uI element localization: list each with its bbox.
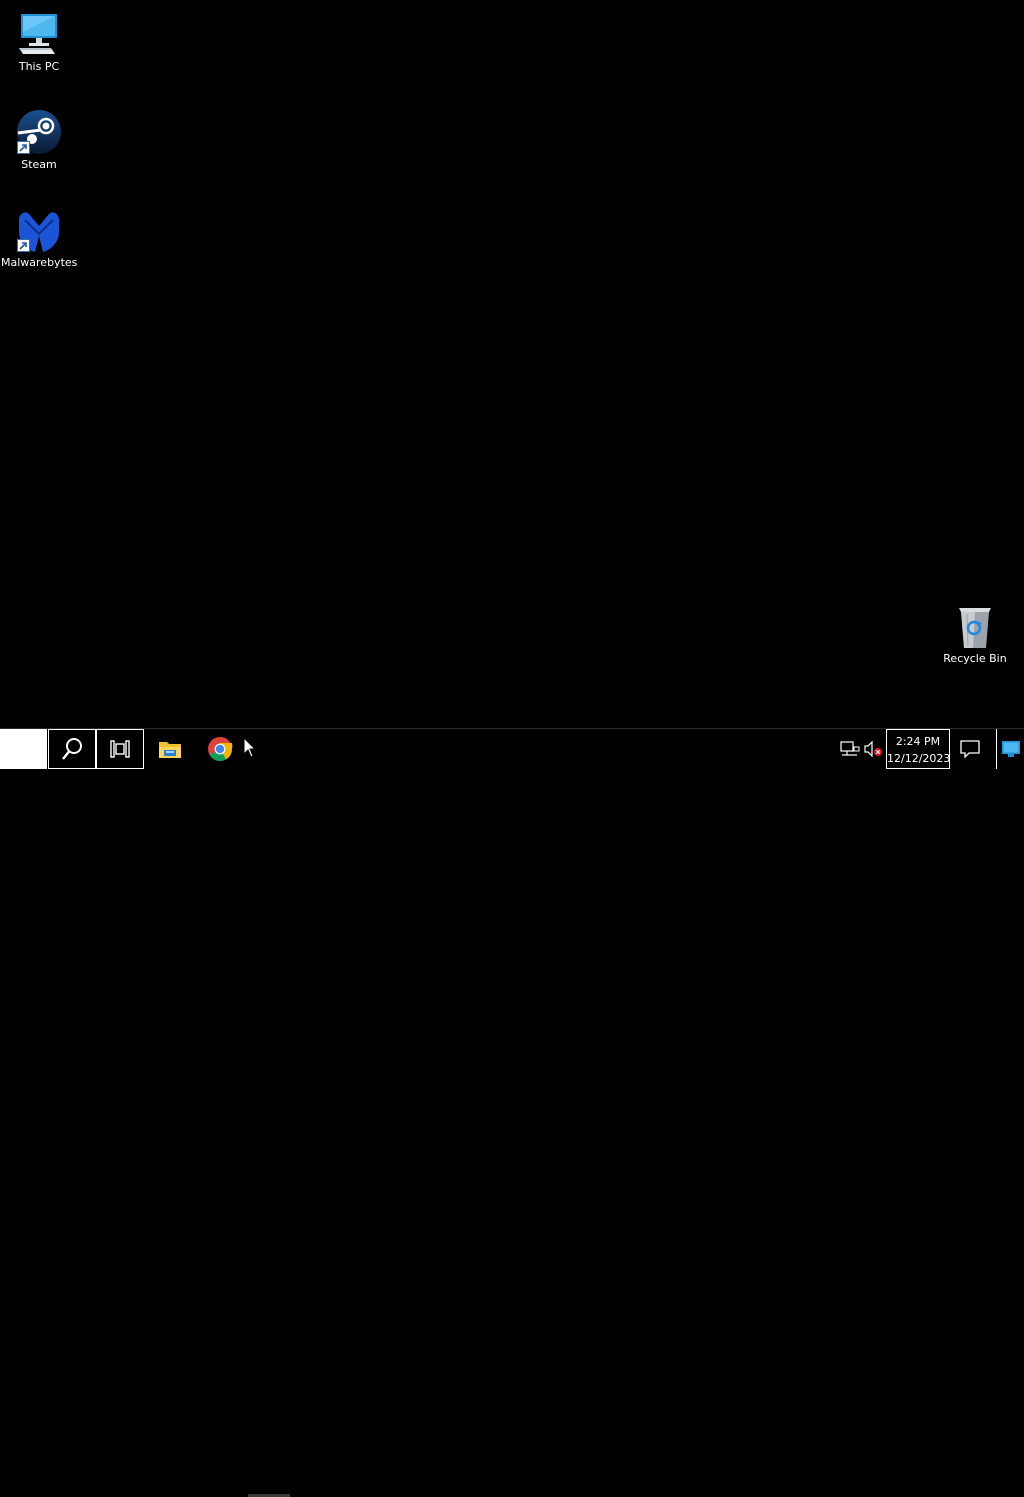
task-view-button[interactable]	[96, 729, 144, 769]
tray-volume[interactable]	[862, 729, 884, 769]
file-explorer-icon	[159, 742, 181, 758]
mouse-cursor-icon	[243, 737, 257, 758]
volume-muted-icon	[864, 741, 882, 757]
chrome-icon	[208, 737, 233, 762]
desktop: This PC Steam Malwarebytes Recycle Bin	[0, 0, 1024, 728]
taskbar: 2:24 PM 12/12/2023	[0, 728, 1024, 1497]
taskbar-app-chrome[interactable]	[196, 729, 244, 769]
taskbar-clock[interactable]: 2:24 PM 12/12/2023	[886, 729, 950, 769]
shortcut-arrow-icon	[17, 239, 30, 252]
desktop-preview-icon	[1002, 741, 1020, 757]
tray-network[interactable]	[838, 729, 862, 769]
desktop-icon-steam[interactable]: Steam	[1, 108, 77, 171]
desktop-icon-label: Malwarebytes	[1, 256, 78, 269]
steam-icon	[15, 108, 63, 156]
search-button[interactable]	[48, 729, 96, 769]
action-center-button[interactable]	[950, 729, 990, 769]
show-desktop-button[interactable]	[996, 729, 1024, 769]
clock-time: 2:24 PM	[895, 735, 941, 748]
desktop-icon-malwarebytes[interactable]: Malwarebytes	[1, 206, 77, 269]
taskbar-app-file-explorer[interactable]	[146, 729, 194, 769]
computer-icon	[15, 10, 63, 58]
desktop-icon-label: Recycle Bin	[943, 652, 1007, 665]
shortcut-arrow-icon	[17, 141, 30, 154]
desktop-icon-this-pc[interactable]: This PC	[1, 10, 77, 73]
network-icon	[840, 741, 860, 756]
malwarebytes-icon	[15, 206, 63, 254]
recycle-bin-icon	[951, 602, 999, 650]
clock-date: 12/12/2023	[887, 752, 951, 765]
start-button[interactable]	[0, 729, 47, 769]
task-view-icon	[110, 740, 130, 758]
notification-icon	[960, 740, 980, 758]
desktop-icon-label: This PC	[18, 60, 60, 73]
desktop-icon-recycle-bin[interactable]: Recycle Bin	[937, 602, 1013, 665]
desktop-icon-label: Steam	[21, 158, 57, 171]
search-icon	[62, 738, 82, 760]
